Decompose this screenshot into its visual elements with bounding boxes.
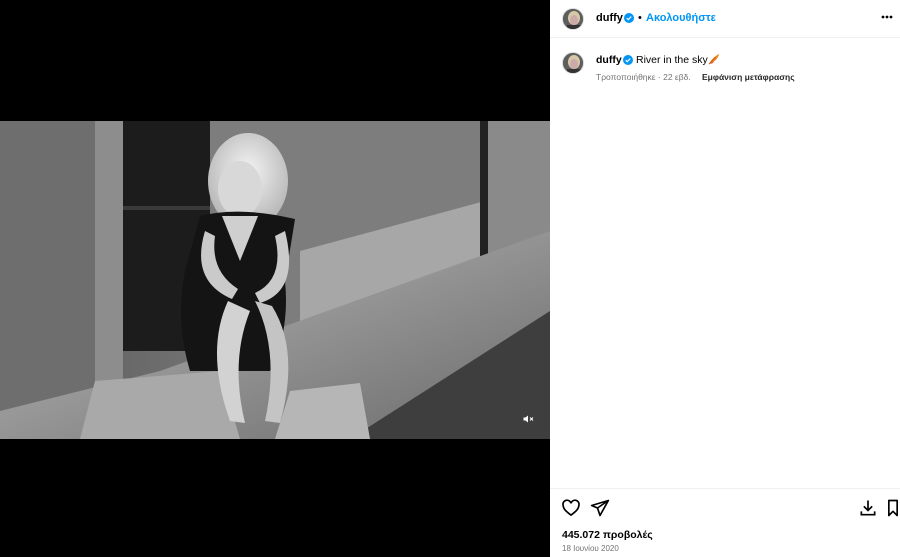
bookmark-button[interactable] [886, 498, 900, 518]
post-date[interactable]: 18 Ιουνίου 2020 [562, 544, 619, 553]
caption-meta: Τροποποιήθηκε · 22 εβδ. [596, 72, 691, 82]
caption-text: River in the sky [636, 54, 708, 66]
separator-dot: • [638, 12, 642, 24]
action-bar [550, 488, 900, 526]
avatar-image [563, 53, 583, 73]
more-options-button[interactable] [880, 9, 894, 25]
download-icon [860, 500, 876, 516]
avatar-image [563, 9, 583, 29]
caption-avatar[interactable] [562, 52, 584, 74]
more-options-icon [881, 15, 893, 19]
speaker-muted-icon [523, 415, 534, 423]
instagram-post-view: duffy • Ακολουθήστε duffy River in the s… [0, 0, 900, 557]
avatar[interactable] [562, 8, 584, 30]
follow-button[interactable]: Ακολουθήστε [646, 12, 716, 24]
bw-photo-woman-sitting [0, 121, 550, 439]
heart-icon [562, 499, 580, 517]
orange-feather-emoji-icon [708, 53, 720, 65]
post-side-panel: duffy • Ακολουθήστε duffy River in the s… [550, 0, 900, 557]
media-panel [0, 0, 550, 557]
send-icon [590, 499, 610, 517]
verified-badge-icon [624, 13, 634, 23]
video-frame[interactable] [0, 121, 550, 439]
username-link[interactable]: duffy [596, 12, 623, 24]
post-header: duffy • Ακολουθήστε [550, 0, 900, 38]
share-button[interactable] [590, 498, 610, 518]
download-button[interactable] [858, 498, 878, 518]
see-translation-link[interactable]: Εμφάνιση μετάφρασης [702, 72, 795, 82]
view-count[interactable]: 445.072 προβολές [562, 529, 653, 541]
bookmark-icon [887, 499, 898, 517]
like-button[interactable] [561, 498, 581, 518]
mute-button[interactable] [520, 411, 536, 427]
verified-badge-icon [623, 55, 633, 65]
caption-username[interactable]: duffy [596, 54, 622, 66]
